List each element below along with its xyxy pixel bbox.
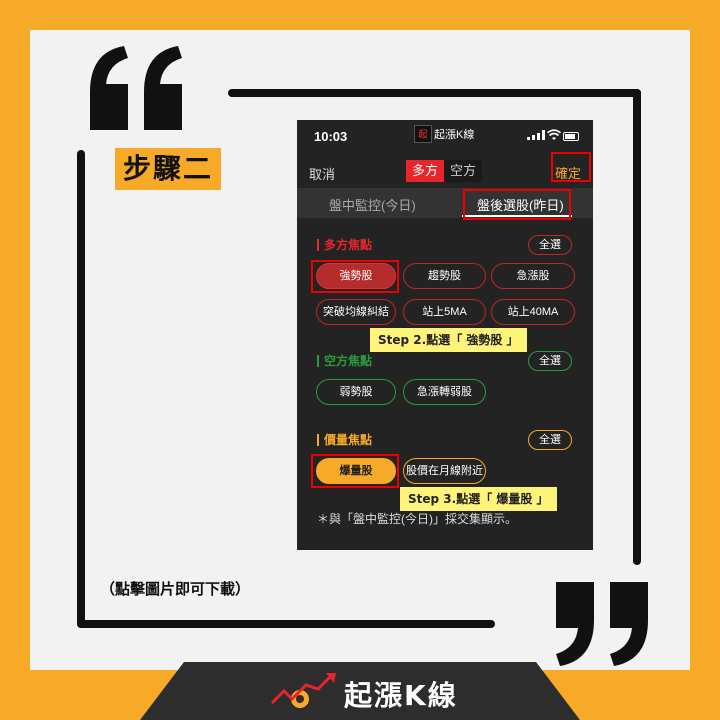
frame-line-left [77,150,85,628]
battery-icon [563,132,579,141]
volume-burst-highlight-box [311,454,399,488]
after-hours-highlight-box [463,189,571,220]
chip-above-5ma[interactable]: 站上5MA [403,299,486,325]
chip-near-monthly-ma[interactable]: 股價在月線附近 [403,458,486,484]
long-toggle-button[interactable]: 多方 [406,160,445,182]
app-logo-icon: 起 [414,125,432,143]
frame-line-top [228,89,641,97]
frame-line-right [633,89,641,565]
brand-logo-icon [270,673,336,708]
chip-surge-to-weak[interactable]: 急漲轉弱股 [403,379,486,405]
long-focus-title: 多方焦點 [317,239,372,251]
short-select-all-button[interactable]: 全選 [528,351,572,371]
short-focus-title: 空方焦點 [317,355,372,367]
long-select-all-button[interactable]: 全選 [528,235,572,255]
step3-callout: Step 3.點選「 爆量股 」 [400,487,557,511]
cancel-button[interactable]: 取消 [309,164,335,183]
chip-above-40ma[interactable]: 站上40MA [491,299,575,325]
short-toggle-button[interactable]: 空方 [444,160,483,182]
chip-trend-stock[interactable]: 趨勢股 [403,263,486,289]
strong-stock-highlight-box [311,260,399,293]
close-quote-icon [556,582,648,666]
wifi-icon [547,129,561,140]
status-time: 10:03 [314,129,348,144]
intersection-note: ＊與「盤中監控(今日)」採交集顯示。 [317,512,517,526]
status-app-name: 起漲K線 [434,129,475,141]
long-short-toggle: 多方 空方 [406,160,483,182]
confirm-highlight-box [551,152,591,182]
download-note[interactable]: （點擊圖片即可下載） [100,578,250,599]
volume-select-all-button[interactable]: 全選 [528,430,572,450]
tab-intraday[interactable]: 盤中監控(今日) [329,195,416,214]
chip-ma-breakout[interactable]: 突破均線糾結 [316,299,396,325]
step2-callout: Step 2.點選「 強勢股 」 [370,328,527,352]
chip-weak-stock[interactable]: 弱勢股 [316,379,396,405]
open-quote-icon [90,46,182,130]
signal-icon [527,130,545,140]
frame-line-bottom [77,620,495,628]
brand-name: 起漲K線 [344,679,458,712]
step-title: 步驟二 [115,148,222,190]
volume-focus-title: 價量焦點 [317,434,372,446]
chip-surge-stock[interactable]: 急漲股 [491,263,575,289]
status-bar: 10:03 起 起漲K線 [297,120,593,150]
